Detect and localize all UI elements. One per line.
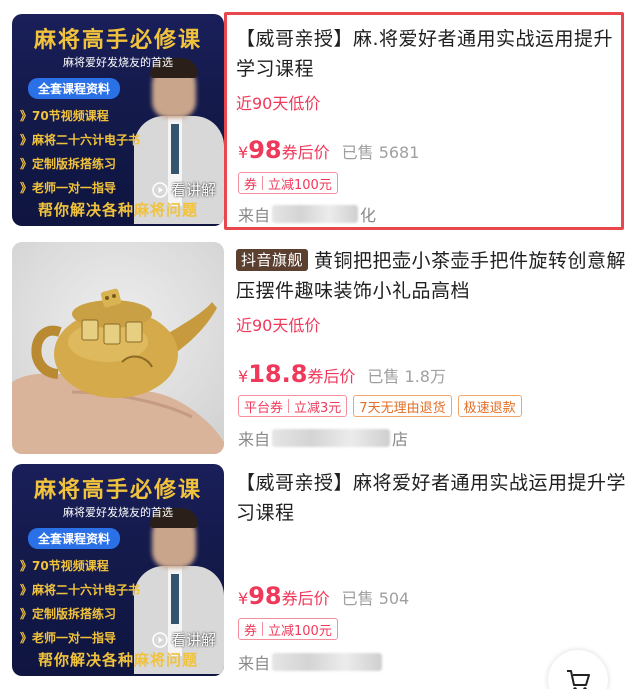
- sold-count: 已售 504: [341, 589, 410, 608]
- cover-list-item: 》定制版拆搭练习: [20, 157, 117, 171]
- price-line: ¥ 18.8 券后价 已售 1.8万: [238, 360, 446, 388]
- blurred-shop-name: [272, 205, 359, 223]
- source-prefix: 来自: [238, 654, 271, 673]
- currency-symbol: ¥: [238, 589, 249, 608]
- low-price-label: 近90天低价: [236, 94, 321, 113]
- watch-explanation-button[interactable]: 看讲解: [152, 629, 216, 650]
- promo-tags: 平台券 立减3元 7天无理由退货 极速退款: [238, 395, 522, 417]
- price-value: 98: [248, 582, 282, 610]
- product-title[interactable]: 【威哥亲授】麻.将爱好者通用实战运用提升学习课程: [236, 24, 628, 84]
- product-card-1[interactable]: 麻将高手必修课 麻将爱好发烧友的首选 全套课程资料 》70节视频课程 》麻将二十…: [0, 0, 640, 232]
- cover-list-item: 》70节视频课程: [20, 109, 109, 123]
- play-icon: [152, 631, 168, 648]
- product-title[interactable]: 抖音旗舰 黄铜把把壶小茶壶手把件旋转创意解压摆件趣味装饰小礼品高档: [236, 246, 628, 306]
- sold-count: 已售 1.8万: [367, 367, 446, 386]
- cover-pill: 全套课程资料: [28, 528, 121, 549]
- fast-refund-tag[interactable]: 极速退款: [457, 395, 522, 417]
- product-card-3[interactable]: 麻将高手必修课 麻将爱好发烧友的首选 全套课程资料 》70节视频课程 》麻将二十…: [0, 458, 640, 689]
- product-info: 抖音旗舰 黄铜把把壶小茶壶手把件旋转创意解压摆件趣味装饰小礼品高档 近90天低价: [236, 246, 628, 336]
- promo-tags: 券 立减100元: [238, 172, 338, 194]
- cover-list: 》70节视频课程 》麻将二十六计电子书 》定制版拆搭练习 》老师一对一指导: [20, 554, 140, 650]
- cover-title: 麻将高手必修课: [33, 27, 202, 53]
- price-value: 18.8: [248, 360, 308, 388]
- source-tail: 化: [360, 206, 377, 225]
- product-title[interactable]: 【威哥亲授】麻将爱好者通用实战运用提升学习课程: [236, 468, 628, 528]
- cover-list-item: 》老师一对一指导: [20, 631, 117, 645]
- cart-icon: [567, 670, 590, 689]
- product-thumbnail[interactable]: 麻将高手必修课 麻将爱好发烧友的首选 全套课程资料 》70节视频课程 》麻将二十…: [12, 464, 224, 676]
- cover-pill: 全套课程资料: [28, 78, 121, 99]
- shop-source[interactable]: 来自: [238, 650, 384, 674]
- price-value: 98: [248, 136, 282, 164]
- source-tail: 店: [392, 430, 409, 449]
- blurred-shop-name: [272, 429, 391, 447]
- teapot-image: [12, 288, 224, 454]
- cover-list-item: 》70节视频课程: [20, 559, 109, 573]
- price-suffix: 券后价: [307, 367, 356, 386]
- blurred-shop-name: [272, 653, 383, 671]
- source-prefix: 来自: [238, 206, 271, 225]
- shop-source[interactable]: 来自 店: [238, 426, 408, 450]
- platform-coupon-tag[interactable]: 平台券 立减3元: [238, 395, 348, 417]
- coupon-tag-label: 券: [244, 623, 258, 639]
- cover-list-item: 》麻将二十六计电子书: [20, 133, 141, 147]
- coupon-tag-label: 平台券: [244, 400, 284, 416]
- watch-explanation-label: 看讲解: [170, 181, 216, 199]
- watch-explanation-button[interactable]: 看讲解: [152, 179, 216, 200]
- cover-bottom-text: 帮你解决各种麻将问题: [37, 201, 198, 219]
- source-prefix: 来自: [238, 430, 271, 449]
- price-line: ¥ 98 券后价 已售 5681: [238, 136, 419, 164]
- product-thumbnail[interactable]: [12, 242, 224, 454]
- product-thumbnail[interactable]: 麻将高手必修课 麻将爱好发烧友的首选 全套课程资料 》70节视频课程 》麻将二十…: [12, 14, 224, 226]
- shop-source[interactable]: 来自 化: [238, 202, 376, 226]
- price-line: ¥ 98 券后价 已售 504: [238, 582, 409, 610]
- coupon-tag-value: 立减100元: [268, 177, 332, 193]
- return-policy-tag[interactable]: 7天无理由退货: [353, 395, 452, 417]
- low-price-label: 近90天低价: [236, 316, 321, 335]
- currency-symbol: ¥: [238, 367, 249, 386]
- play-icon: [152, 181, 168, 198]
- coupon-tag-value: 立减100元: [268, 623, 332, 639]
- price-suffix: 券后价: [281, 589, 330, 608]
- cover-list-item: 》麻将二十六计电子书: [20, 583, 141, 597]
- watch-explanation-label: 看讲解: [170, 631, 216, 649]
- price-suffix: 券后价: [281, 143, 330, 162]
- coupon-tag-value: 立减3元: [294, 400, 342, 416]
- cover-title: 麻将高手必修课: [33, 477, 202, 503]
- product-info: 【威哥亲授】麻.将爱好者通用实战运用提升学习课程 近90天低价: [236, 24, 628, 114]
- product-info: 【威哥亲授】麻将爱好者通用实战运用提升学习课程: [236, 468, 628, 528]
- promo-tags: 券 立减100元: [238, 618, 338, 640]
- cover-list-item: 》定制版拆搭练习: [20, 607, 117, 621]
- cover-list: 》70节视频课程 》麻将二十六计电子书 》定制版拆搭练习 》老师一对一指导: [20, 104, 140, 200]
- product-card-2[interactable]: 抖音旗舰 黄铜把把壶小茶壶手把件旋转创意解压摆件趣味装饰小礼品高档 近90天低价 …: [0, 232, 640, 458]
- cover-subtitle: 麻将爱好发烧友的首选: [63, 56, 173, 69]
- cover-list-item: 》老师一对一指导: [20, 181, 117, 195]
- cover-subtitle: 麻将爱好发烧友的首选: [63, 506, 173, 519]
- currency-symbol: ¥: [238, 143, 249, 162]
- coupon-tag[interactable]: 券 立减100元: [238, 172, 338, 194]
- cover-bottom-text: 帮你解决各种麻将问题: [37, 651, 198, 669]
- coupon-tag[interactable]: 券 立减100元: [238, 618, 338, 640]
- sold-count: 已售 5681: [341, 143, 420, 162]
- coupon-tag-label: 券: [244, 177, 258, 193]
- flagship-store-badge: 抖音旗舰: [236, 249, 309, 271]
